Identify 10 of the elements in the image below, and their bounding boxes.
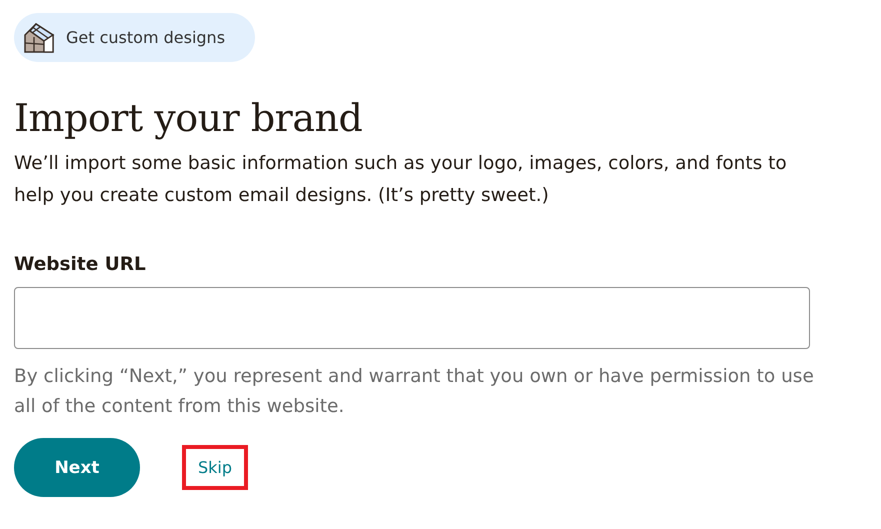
website-url-input[interactable] — [14, 287, 810, 349]
skip-link[interactable]: Skip — [182, 445, 248, 490]
page-title: Import your brand — [14, 95, 362, 142]
greenhouse-icon — [22, 20, 56, 54]
next-button[interactable]: Next — [14, 438, 140, 497]
description: We’ll import some basic information such as your logo, images, colors, and fonts to help you create custom email designs. (It’s pretty sweet.) — [14, 152, 788, 208]
badge-label: Get custom designs — [66, 28, 226, 47]
disclaimer: By clicking “Next,” you represent and warrant that you own or have permission to use all of the content from this website. — [14, 365, 814, 419]
custom-designs-badge[interactable]: Get custom designs — [14, 13, 255, 62]
field-label: Website URL — [14, 254, 146, 275]
